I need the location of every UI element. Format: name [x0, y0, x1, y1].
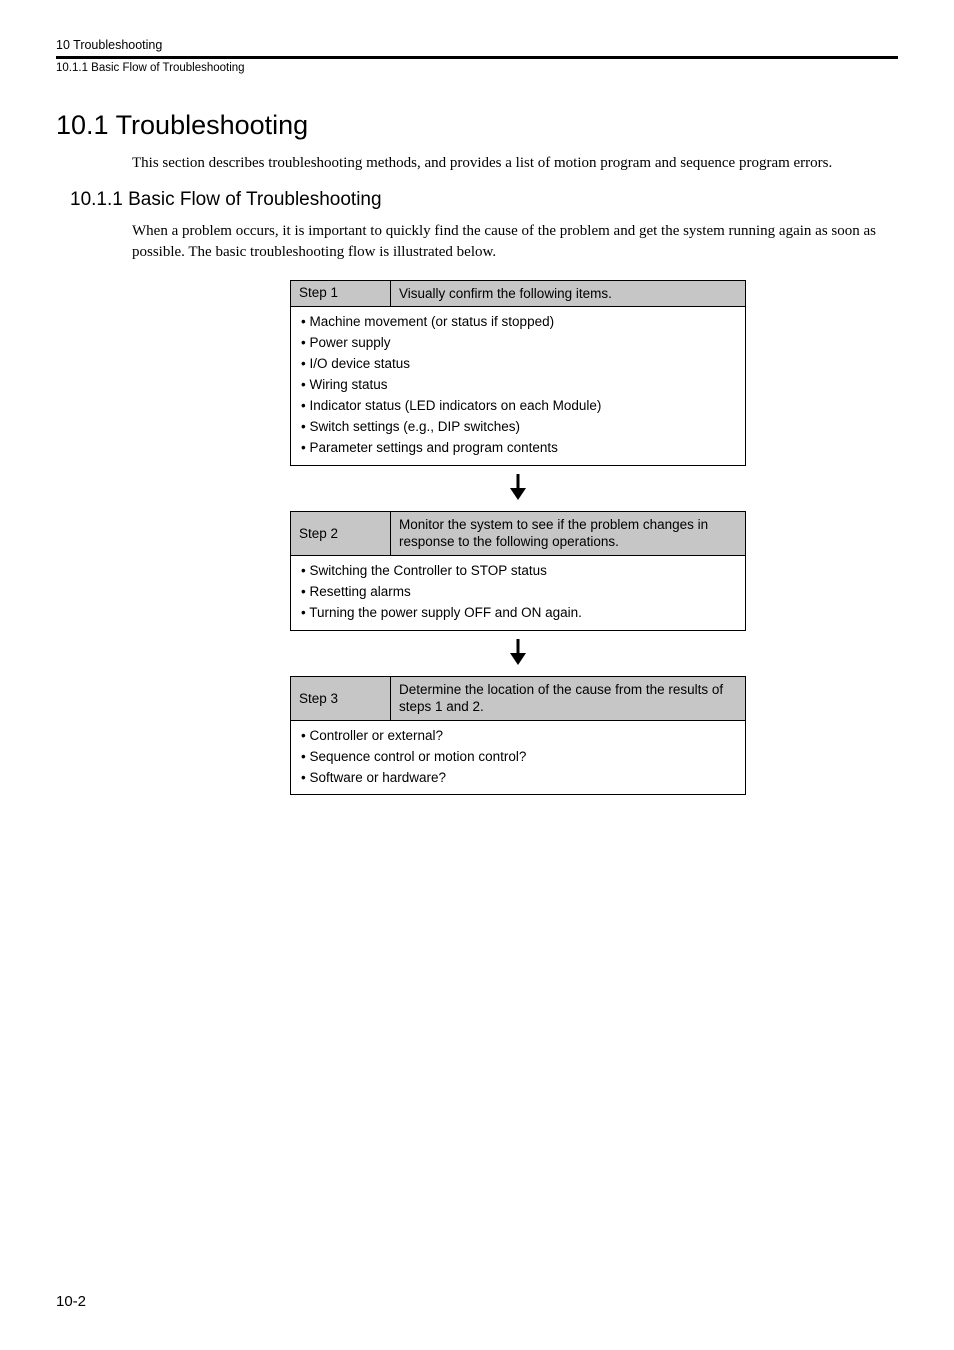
- arrow-down-icon: [508, 639, 528, 665]
- header-rule: [56, 56, 898, 59]
- step-2-item: • Resetting alarms: [301, 582, 735, 603]
- step-3-label: Step 3: [291, 677, 391, 720]
- section-intro: This section describes troubleshooting m…: [132, 153, 898, 173]
- step-1-item: • Power supply: [301, 333, 735, 354]
- step-2-header: Step 2 Monitor the system to see if the …: [291, 512, 745, 556]
- header-chapter: 10 Troubleshooting: [56, 38, 898, 52]
- step-3-box: Step 3 Determine the location of the cau…: [290, 676, 746, 796]
- arrow-down: [290, 466, 746, 511]
- step-3-item: • Sequence control or motion control?: [301, 747, 735, 768]
- step-3-desc: Determine the location of the cause from…: [391, 677, 745, 720]
- step-1-item: • Switch settings (e.g., DIP switches): [301, 417, 735, 438]
- step-2-item: • Switching the Controller to STOP statu…: [301, 561, 735, 582]
- page-number: 10-2: [56, 1293, 86, 1310]
- step-3-header: Step 3 Determine the location of the cau…: [291, 677, 745, 721]
- flow-diagram: Step 1 Visually confirm the following it…: [290, 280, 746, 796]
- step-2-box: Step 2 Monitor the system to see if the …: [290, 511, 746, 631]
- step-1-item: • Wiring status: [301, 375, 735, 396]
- step-2-desc: Monitor the system to see if the problem…: [391, 512, 745, 555]
- step-2-body: • Switching the Controller to STOP statu…: [291, 556, 745, 630]
- step-1-header: Step 1 Visually confirm the following it…: [291, 281, 745, 308]
- step-1-item: • Machine movement (or status if stopped…: [301, 312, 735, 333]
- step-2-item: • Turning the power supply OFF and ON ag…: [301, 603, 735, 624]
- step-1-box: Step 1 Visually confirm the following it…: [290, 280, 746, 466]
- step-2-label: Step 2: [291, 512, 391, 555]
- step-3-body: • Controller or external? • Sequence con…: [291, 721, 745, 795]
- step-1-body: • Machine movement (or status if stopped…: [291, 307, 745, 464]
- subsection-title: 10.1.1 Basic Flow of Troubleshooting: [70, 189, 898, 211]
- arrow-down: [290, 631, 746, 676]
- step-1-desc: Visually confirm the following items.: [391, 281, 745, 307]
- step-1-label: Step 1: [291, 281, 391, 307]
- step-3-item: • Controller or external?: [301, 726, 735, 747]
- step-1-item: • I/O device status: [301, 354, 735, 375]
- step-1-item: • Parameter settings and program content…: [301, 438, 735, 459]
- subsection-intro: When a problem occurs, it is important t…: [132, 221, 898, 262]
- step-3-item: • Software or hardware?: [301, 768, 735, 789]
- step-1-item: • Indicator status (LED indicators on ea…: [301, 396, 735, 417]
- arrow-down-icon: [508, 474, 528, 500]
- section-title: 10.1 Troubleshooting: [56, 110, 898, 141]
- header-subsection: 10.1.1 Basic Flow of Troubleshooting: [56, 62, 898, 74]
